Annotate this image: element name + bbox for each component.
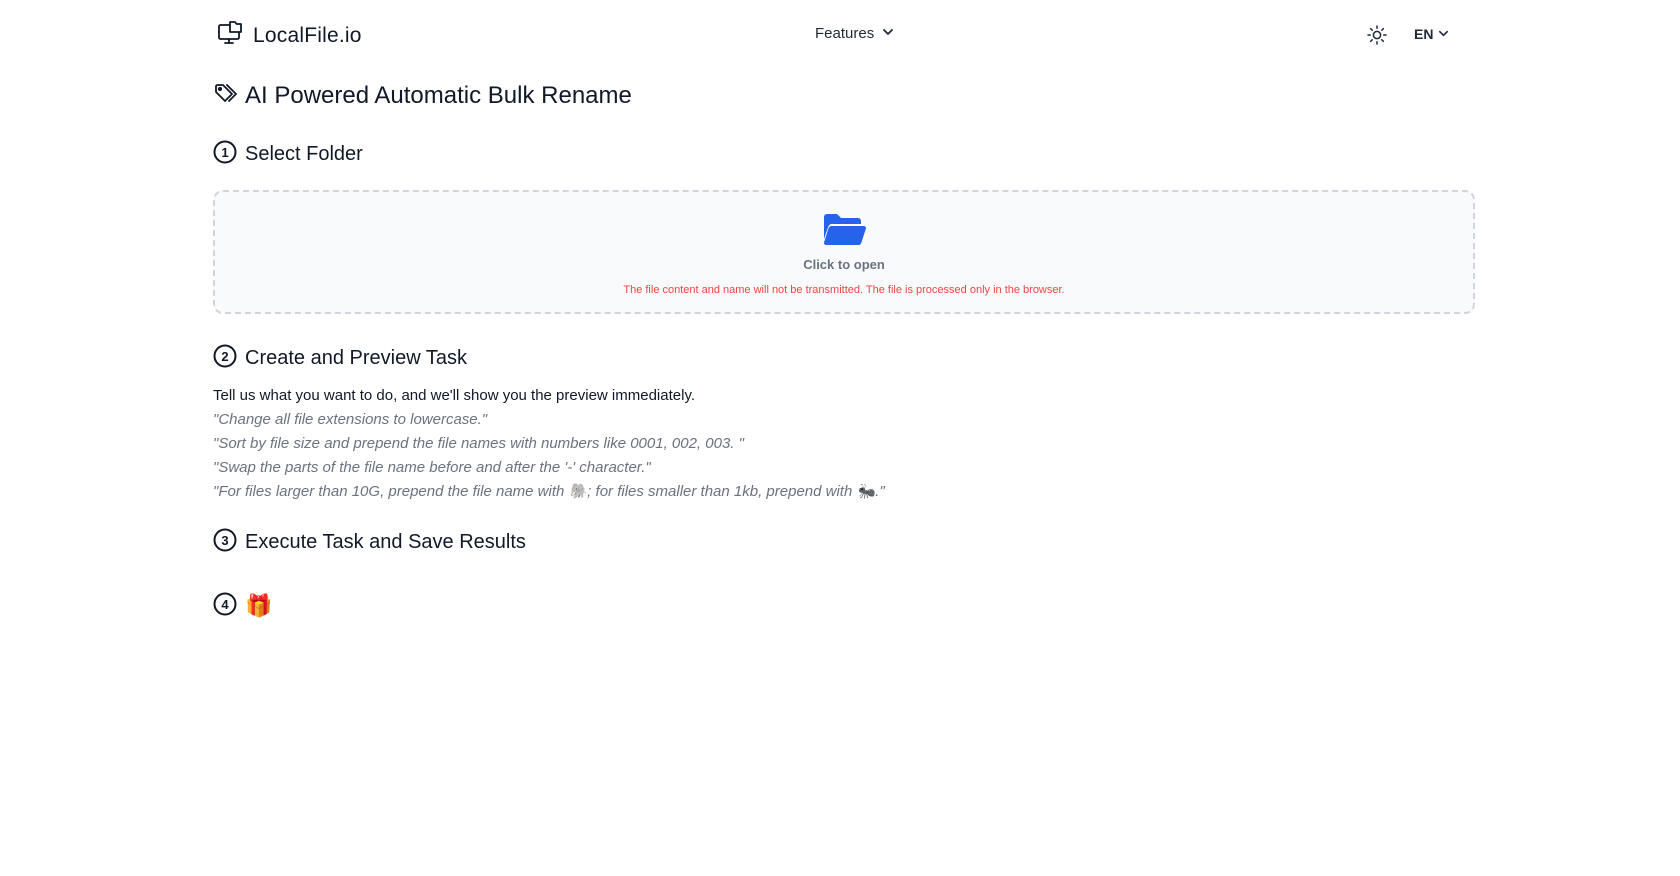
sun-icon (1366, 25, 1388, 50)
step-number-3-icon: 3 (213, 528, 237, 557)
folder-open-icon (822, 212, 866, 251)
step-number-2-icon: 2 (213, 344, 237, 373)
monitor-folder-icon (217, 20, 243, 51)
chevron-down-icon (882, 25, 894, 42)
top-nav: LocalFile.io Features EN (0, 0, 1680, 70)
logo-link[interactable]: LocalFile.io (217, 20, 362, 51)
privacy-note: The file content and name will not be tr… (623, 284, 1065, 296)
folder-dropzone[interactable]: Click to open The file content and name … (213, 190, 1475, 314)
step-4-heading: 4 🎁 (213, 590, 1475, 622)
language-label: EN (1414, 26, 1434, 42)
svg-text:1: 1 (221, 145, 228, 160)
page-title-text: AI Powered Automatic Bulk Rename (245, 82, 632, 109)
task-intro-text: Tell us what you want to do, and we'll s… (213, 387, 695, 404)
svg-text:3: 3 (221, 533, 228, 548)
click-to-open-text: Click to open (803, 257, 885, 272)
tags-icon (213, 82, 237, 111)
step-2-label: Create and Preview Task (245, 346, 467, 369)
step-1-heading: 1 Select Folder (213, 138, 1475, 170)
task-examples-list: "Change all file extensions to lowercase… (213, 408, 1475, 504)
svg-text:4: 4 (221, 597, 229, 612)
task-example: "Sort by file size and prepend the file … (213, 435, 744, 452)
step-3-label: Execute Task and Save Results (245, 530, 526, 553)
language-select[interactable]: EN (1414, 26, 1449, 42)
task-example: "For files larger than 10G, prepend the … (213, 483, 885, 500)
step-2-heading: 2 Create and Preview Task (213, 342, 1475, 374)
chevron-down-icon (1438, 26, 1449, 42)
step-number-4-icon: 4 (213, 592, 237, 621)
gift-icon: 🎁 (245, 593, 273, 618)
page-title: AI Powered Automatic Bulk Rename (213, 78, 1475, 114)
features-label: Features (815, 25, 875, 42)
logo-text: LocalFile.io (253, 23, 362, 47)
step-3-heading: 3 Execute Task and Save Results (213, 526, 1475, 558)
task-example: "Change all file extensions to lowercase… (213, 411, 488, 428)
features-menu[interactable]: Features (815, 25, 894, 42)
step-number-1-icon: 1 (213, 140, 237, 169)
main-content: AI Powered Automatic Bulk Rename 1 Selec… (213, 78, 1475, 622)
theme-toggle-button[interactable] (1366, 24, 1388, 46)
task-example: "Swap the parts of the file name before … (213, 459, 651, 476)
step-1-label: Select Folder (245, 142, 363, 165)
svg-text:2: 2 (221, 349, 228, 364)
